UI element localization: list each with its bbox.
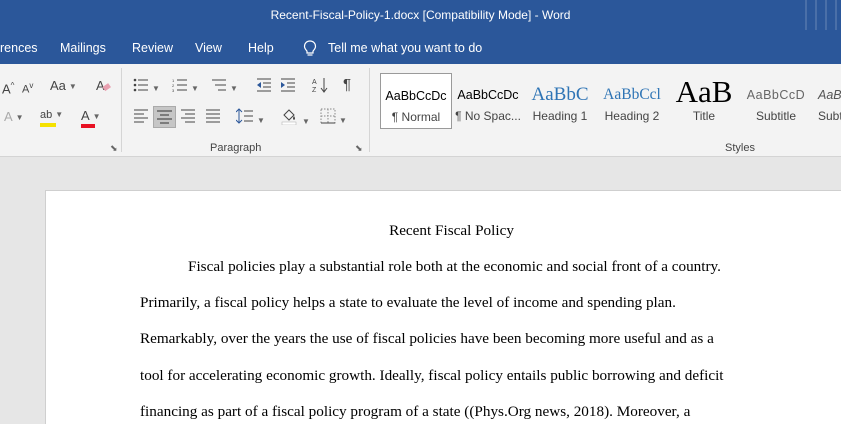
change-case-button[interactable]: Aa ▼ [50, 78, 77, 95]
svg-text:3: 3 [172, 88, 175, 92]
numbering-button[interactable]: 1 2 3 ▼ [172, 78, 199, 97]
document-title: Recent Fiscal Policy [389, 222, 514, 239]
tab-help[interactable]: Help [248, 41, 274, 55]
style-name: Heading 1 [532, 109, 588, 123]
style-name: Subtl [818, 109, 841, 123]
eraser-icon: A [96, 78, 111, 93]
text-effects-button[interactable]: A ▼ [4, 109, 24, 126]
multilevel-list-icon [212, 79, 226, 91]
decrease-indent-icon [257, 78, 271, 92]
ribbon-tabs: rences Mailings Review View Help Tell me… [0, 32, 841, 64]
style-subtle-emphasis[interactable]: AaBl Subtl [814, 73, 841, 129]
borders-button[interactable]: ▼ [320, 108, 347, 129]
style-no-spacing[interactable]: AaBbCcDc ¶ No Spac... [454, 73, 522, 129]
paint-bucket-icon [281, 109, 297, 126]
paragraph-group-label: Paragraph [210, 142, 262, 154]
tab-references[interactable]: rences [0, 41, 38, 55]
document-line: tool for accelerating economic growth. I… [140, 367, 724, 384]
document-line: Remarkably, over the years the use of fi… [140, 330, 714, 347]
align-left-icon [134, 109, 148, 123]
style-name: Subtitle [755, 109, 797, 123]
highlight-color-bar [40, 123, 56, 127]
font-color-button[interactable]: A ▼ [81, 108, 101, 128]
align-right-button[interactable] [180, 109, 196, 127]
style-subtitle[interactable]: AaBbCcD Subtitle [742, 73, 810, 129]
style-preview: AaBl [818, 88, 841, 102]
increase-indent-button[interactable] [280, 78, 296, 96]
style-preview: AaBbCcD [746, 88, 806, 102]
sort-az-icon: AZ [312, 78, 328, 94]
bullets-button[interactable]: ▼ [133, 78, 160, 97]
style-preview: AaBbCcl [603, 86, 661, 103]
justify-button[interactable] [205, 109, 221, 127]
grow-font-button[interactable]: A^ [2, 78, 14, 97]
style-title[interactable]: AaB Title [670, 73, 738, 129]
sort-button[interactable]: AZ [312, 77, 328, 97]
bullet-list-icon [133, 78, 148, 92]
multilevel-list-button[interactable]: ▼ [211, 78, 238, 97]
decrease-indent-button[interactable] [256, 78, 272, 96]
style-heading-1[interactable]: AaBbC Heading 1 [526, 73, 594, 129]
font-dialog-launcher[interactable]: ⬊ [110, 143, 118, 154]
borders-icon [320, 108, 336, 124]
justify-icon [206, 109, 220, 123]
style-name: Title [692, 109, 716, 123]
style-preview: AaBbCcDc [457, 88, 519, 102]
decor-line [825, 0, 827, 30]
clear-formatting-button[interactable]: A [95, 77, 111, 97]
numbered-list-icon: 123 [172, 78, 187, 93]
align-left-button[interactable] [133, 109, 149, 127]
document-line: Primarily, a fiscal policy helps a state… [140, 294, 676, 311]
decor-line [805, 0, 807, 30]
show-formatting-button[interactable]: ¶ [343, 77, 351, 93]
group-separator [369, 68, 370, 152]
svg-text:A: A [96, 78, 105, 93]
document-line: financing as part of a fiscal policy pro… [140, 403, 691, 420]
title-bar: Recent-Fiscal-Policy-1.docx [Compatibili… [0, 0, 841, 32]
align-center-button[interactable] [153, 106, 176, 128]
style-preview: AaBbC [531, 84, 589, 105]
style-name: ¶ Normal [391, 110, 441, 124]
tell-me-text: Tell me what you want to do [328, 41, 483, 55]
window-title: Recent-Fiscal-Policy-1.docx [Compatibili… [270, 8, 571, 22]
increase-indent-icon [281, 78, 295, 92]
styles-gallery: AaBbCcDc ¶ Normal AaBbCcDc ¶ No Spac... … [378, 73, 841, 129]
pilcrow-icon: ¶ [343, 76, 352, 93]
shrink-font-button[interactable]: Av [22, 78, 33, 98]
style-heading-2[interactable]: AaBbCcl Heading 2 [598, 73, 666, 129]
style-preview: AaBbCcDc [385, 89, 447, 103]
group-separator [121, 68, 122, 152]
decor-line [815, 0, 817, 30]
svg-text:Z: Z [312, 87, 317, 93]
style-normal[interactable]: AaBbCcDc ¶ Normal [380, 73, 452, 129]
lightbulb-icon [303, 40, 317, 56]
decor-line [835, 0, 837, 30]
tab-view[interactable]: View [195, 41, 222, 55]
style-name: ¶ No Spac... [455, 109, 521, 123]
paragraph-dialog-launcher[interactable]: ⬊ [355, 143, 363, 154]
align-center-icon [157, 110, 172, 124]
tab-mailings[interactable]: Mailings [60, 41, 106, 55]
style-preview: AaB [675, 75, 733, 109]
style-name: Heading 2 [604, 109, 660, 123]
line-spacing-icon [235, 108, 253, 124]
document-line: Fiscal policies play a substantial role … [188, 258, 721, 275]
line-spacing-button[interactable]: ▼ [235, 108, 265, 129]
align-right-icon [181, 109, 195, 123]
svg-text:A: A [312, 79, 317, 86]
tab-review[interactable]: Review [132, 41, 173, 55]
highlight-button[interactable]: ab ▼ [40, 106, 63, 127]
styles-group-label: Styles [725, 142, 755, 154]
font-color-bar [81, 124, 95, 128]
shading-button[interactable]: ▼ [281, 107, 310, 130]
